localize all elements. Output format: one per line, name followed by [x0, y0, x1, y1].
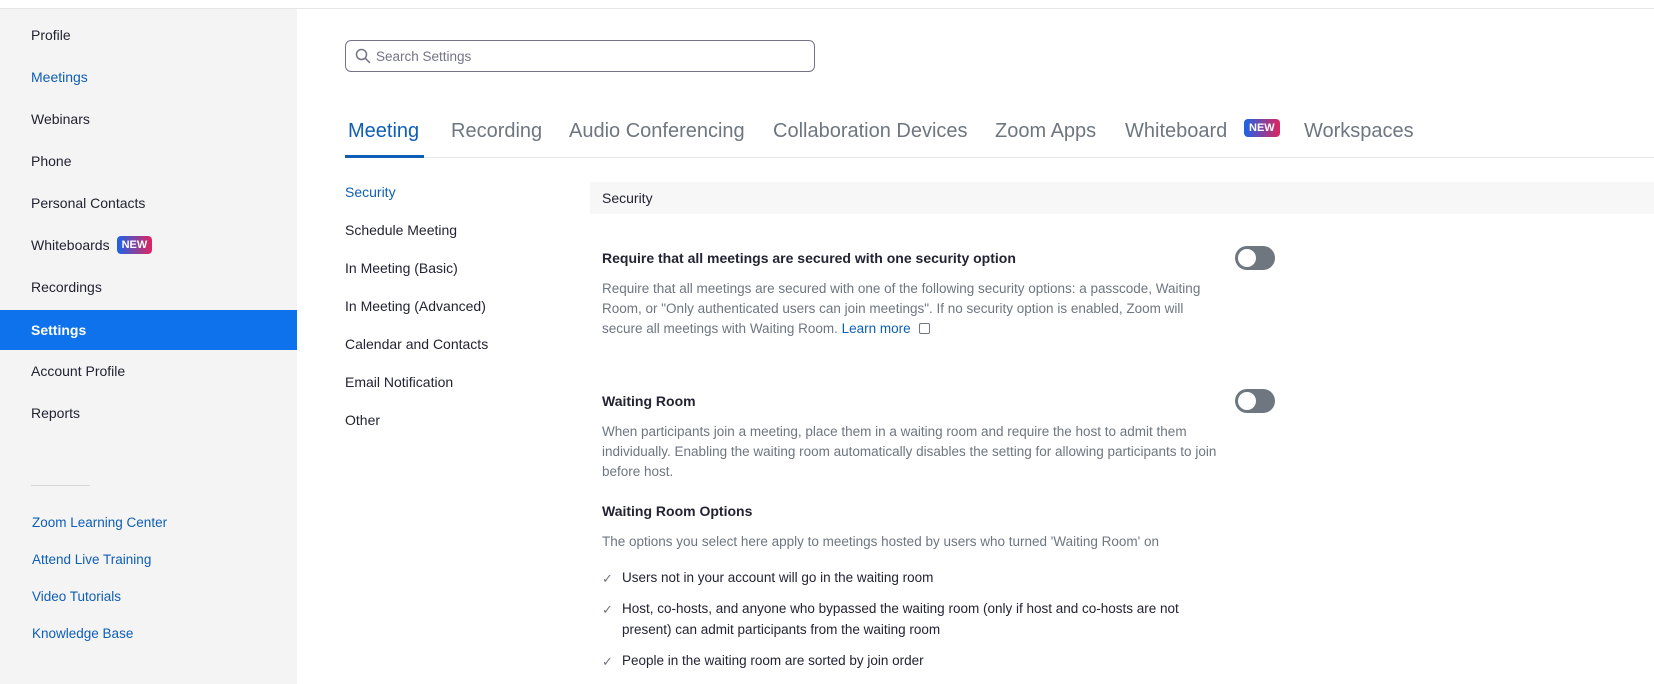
setting-title: Waiting Room: [602, 393, 696, 409]
waiting-room-options-description: The options you select here apply to mee…: [602, 534, 1159, 549]
sidebar: Profile Meetings Webinars Phone Personal…: [0, 9, 297, 684]
sidebar-item-whiteboards[interactable]: Whiteboards NEW: [0, 225, 297, 265]
zoom-learning-center-link[interactable]: Zoom Learning Center: [32, 515, 167, 530]
search-input[interactable]: [376, 48, 814, 64]
subnav-in-meeting-advanced[interactable]: In Meeting (Advanced): [345, 298, 486, 314]
subnav-schedule-meeting[interactable]: Schedule Meeting: [345, 222, 457, 238]
tab-zoom-apps[interactable]: Zoom Apps: [995, 120, 1096, 143]
check-icon: ✓: [602, 571, 613, 586]
attend-live-training-link[interactable]: Attend Live Training: [32, 552, 151, 567]
tab-audio-conferencing[interactable]: Audio Conferencing: [569, 120, 745, 143]
sidebar-item-profile[interactable]: Profile: [0, 15, 297, 55]
section-header: Security: [590, 182, 1654, 214]
tab-workspaces[interactable]: Workspaces: [1304, 120, 1414, 143]
toggle-knob: [1238, 249, 1256, 267]
sidebar-item-label: Profile: [31, 27, 71, 43]
learn-more-link[interactable]: Learn more: [842, 321, 911, 336]
sidebar-item-label: Recordings: [31, 279, 102, 295]
sidebar-item-webinars[interactable]: Webinars: [0, 99, 297, 139]
sidebar-item-label: Settings: [31, 322, 87, 338]
subnav-security[interactable]: Security: [345, 184, 396, 200]
sidebar-item-label: Account Profile: [31, 363, 126, 379]
sidebar-item-personal-contacts[interactable]: Personal Contacts: [0, 183, 297, 223]
sidebar-item-label: Phone: [31, 153, 72, 169]
video-tutorials-link[interactable]: Video Tutorials: [32, 589, 121, 604]
waiting-room-options-title: Waiting Room Options: [602, 503, 753, 519]
toggle-knob: [1238, 392, 1256, 410]
new-badge: NEW: [1244, 119, 1280, 137]
sidebar-item-label: Reports: [31, 405, 81, 421]
sidebar-item-label: Personal Contacts: [31, 195, 146, 211]
setting-description: Require that all meetings are secured wi…: [602, 279, 1222, 339]
settings-tabs: Meeting Recording Audio Conferencing Col…: [345, 110, 1654, 158]
knowledge-base-link[interactable]: Knowledge Base: [32, 626, 133, 641]
list-item-text: Users not in your account will go in the…: [622, 570, 934, 585]
list-item-text: People in the waiting room are sorted by…: [622, 653, 924, 668]
sidebar-divider: [31, 485, 90, 486]
subnav-calendar-and-contacts[interactable]: Calendar and Contacts: [345, 336, 488, 352]
list-item: ✓ People in the waiting room are sorted …: [602, 650, 1222, 671]
sidebar-item-label: Webinars: [31, 111, 90, 127]
subnav-email-notification[interactable]: Email Notification: [345, 374, 453, 390]
tab-recording[interactable]: Recording: [451, 120, 542, 143]
list-item: ✓ Users not in your account will go in t…: [602, 567, 1222, 588]
search-box[interactable]: [345, 40, 815, 72]
external-link-icon: [918, 323, 930, 334]
sidebar-item-phone[interactable]: Phone: [0, 141, 297, 181]
subnav-other[interactable]: Other: [345, 412, 380, 428]
setting-title: Require that all meetings are secured wi…: [602, 250, 1016, 266]
subnav-in-meeting-basic[interactable]: In Meeting (Basic): [345, 260, 458, 276]
check-icon: ✓: [602, 654, 613, 669]
waiting-room-toggle[interactable]: [1235, 389, 1275, 413]
sidebar-item-recordings[interactable]: Recordings: [0, 267, 297, 307]
setting-description: When participants join a meeting, place …: [602, 424, 1217, 479]
list-item: ✓ Host, co-hosts, and anyone who bypasse…: [602, 598, 1222, 640]
tab-meeting[interactable]: Meeting: [348, 120, 419, 143]
tab-collaboration-devices[interactable]: Collaboration Devices: [773, 120, 968, 143]
sidebar-item-settings[interactable]: Settings: [0, 310, 297, 350]
sidebar-item-reports[interactable]: Reports: [0, 393, 297, 433]
sidebar-item-account-profile[interactable]: Account Profile: [0, 351, 297, 391]
sidebar-item-label: Meetings: [31, 69, 88, 85]
check-icon: ✓: [602, 602, 613, 617]
new-badge: NEW: [116, 236, 153, 254]
sidebar-item-meetings[interactable]: Meetings: [0, 57, 297, 97]
section-title: Security: [602, 190, 653, 206]
list-item-text: Host, co-hosts, and anyone who bypassed …: [622, 601, 1179, 637]
active-tab-indicator: [345, 155, 424, 158]
require-security-toggle[interactable]: [1235, 246, 1275, 270]
tab-whiteboard[interactable]: Whiteboard: [1125, 120, 1227, 143]
sidebar-item-label: Whiteboards: [31, 237, 110, 253]
search-icon: [355, 48, 371, 64]
